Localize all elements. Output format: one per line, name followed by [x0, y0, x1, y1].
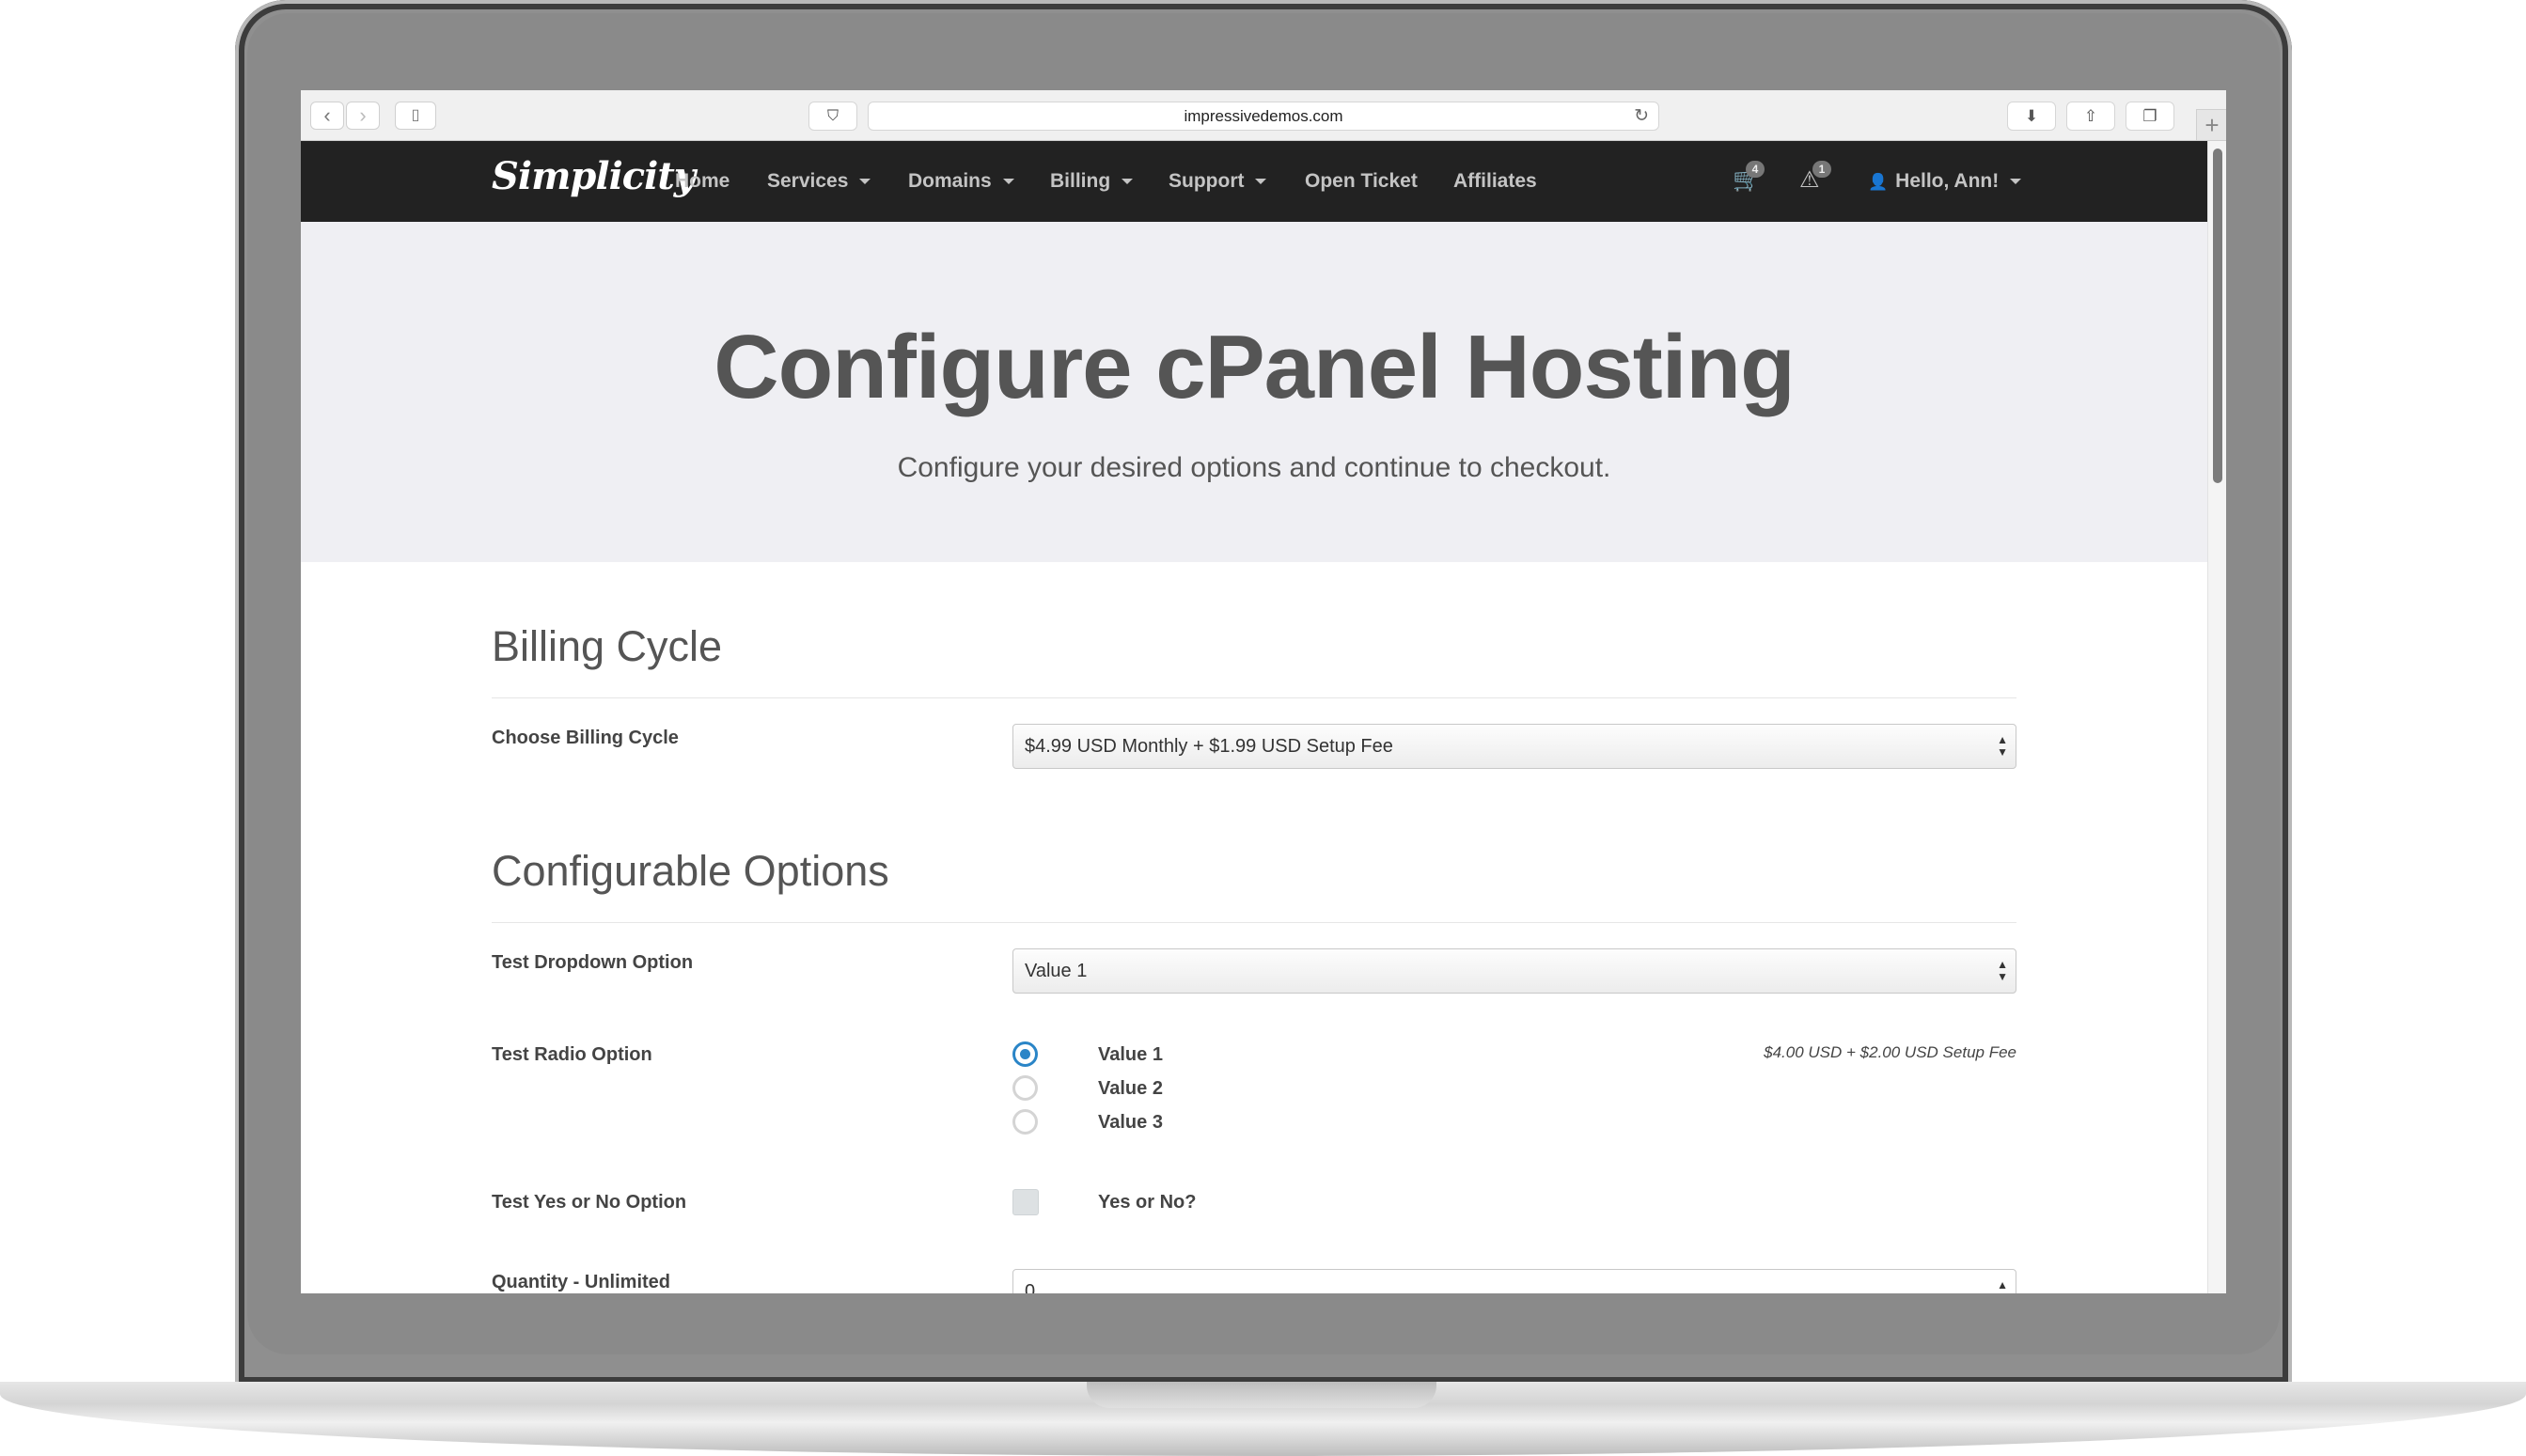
cart-badge: 4 [1746, 161, 1765, 178]
caret-down-icon [1122, 179, 1134, 185]
radio-option-label: Test Radio Option [492, 1044, 652, 1065]
browser-toolbar: ‹ › ▯ ⛉ impressivedemos.com ↻ ⬇ ⇧ ❐ + [301, 90, 2226, 141]
page-scrollbar[interactable] [2207, 141, 2226, 1293]
billing-section-title: Billing Cycle [492, 622, 723, 670]
forward-icon[interactable]: › [346, 102, 380, 130]
nav-domains[interactable]: Domains [908, 170, 1014, 193]
screen: ‹ › ▯ ⛉ impressivedemos.com ↻ ⬇ ⇧ ❐ + Si… [301, 90, 2226, 1293]
caret-down-icon [1002, 179, 1014, 185]
nav-support[interactable]: Support [1169, 170, 1267, 193]
new-tab-icon[interactable]: + [2196, 109, 2226, 141]
radio-value-3[interactable] [1012, 1109, 1038, 1135]
radio-value-2-label: Value 2 [1098, 1078, 1163, 1099]
nav-affiliates-label: Affiliates [1453, 170, 1537, 192]
brand-logo[interactable]: Simplicity [492, 154, 696, 198]
dropdown-option-label: Test Dropdown Option [492, 952, 694, 973]
page-title: Configure cPanel Hosting [714, 317, 1795, 417]
divider [492, 922, 2016, 923]
caret-down-icon [1255, 179, 1267, 185]
yesno-checkbox-label: Yes or No? [1098, 1192, 1197, 1213]
sidebar-icon[interactable]: ▯ [395, 102, 436, 130]
page-subtitle: Configure your desired options and conti… [897, 452, 1611, 483]
nav-domains-label: Domains [908, 170, 992, 192]
options-section-title: Configurable Options [492, 847, 889, 895]
nav-billing[interactable]: Billing [1050, 170, 1134, 193]
alert-badge: 1 [1812, 161, 1831, 178]
select-arrows-icon: ▲ ▼ [1997, 733, 2008, 759]
reload-icon[interactable]: ↻ [1634, 102, 1649, 131]
user-menu[interactable]: 👤 Hello, Ann! [1868, 170, 2022, 193]
url-text: impressivedemos.com [1184, 107, 1343, 125]
nav-home[interactable]: Home [675, 170, 730, 193]
nav-affiliates[interactable]: Affiliates [1453, 170, 1537, 193]
nav-home-label: Home [675, 170, 730, 192]
radio-value-1-label: Value 1 [1098, 1044, 1163, 1065]
back-icon[interactable]: ‹ [310, 102, 344, 130]
pocket-icon[interactable]: ⛉ [808, 102, 857, 131]
download-icon[interactable]: ⬇ [2007, 102, 2056, 131]
stepper-arrows-icon[interactable]: ▲▼ [1997, 1270, 2008, 1294]
site-navbar: Simplicity Home Services Domains Billing… [301, 141, 2207, 222]
scrollbar-thumb[interactable] [2213, 149, 2222, 483]
share-icon[interactable]: ⇧ [2066, 102, 2115, 131]
address-bar[interactable]: impressivedemos.com ↻ [868, 102, 1659, 131]
billing-cycle-label: Choose Billing Cycle [492, 728, 679, 748]
billing-cycle-select[interactable]: $4.99 USD Monthly + $1.99 USD Setup Fee … [1012, 724, 2016, 769]
radio-value-2[interactable] [1012, 1075, 1038, 1101]
dropdown-option-value: Value 1 [1025, 961, 1088, 981]
quantity-input[interactable]: 0 ▲▼ [1012, 1269, 2016, 1293]
divider [492, 697, 2016, 698]
yesno-option-label: Test Yes or No Option [492, 1192, 687, 1213]
cart-icon[interactable]: 🛒 4 [1733, 161, 1765, 194]
caret-down-icon [859, 179, 871, 185]
quantity-label: Quantity - Unlimited [492, 1272, 670, 1292]
user-icon: 👤 [1868, 173, 1889, 191]
quantity-value: 0 [1025, 1281, 1036, 1293]
billing-cycle-value: $4.99 USD Monthly + $1.99 USD Setup Fee [1025, 736, 1393, 757]
nav-support-label: Support [1169, 170, 1245, 192]
yesno-checkbox[interactable] [1012, 1189, 1039, 1215]
caret-down-icon [2010, 179, 2022, 185]
dropdown-option-select[interactable]: Value 1 ▲ ▼ [1012, 948, 2016, 994]
alert-icon[interactable]: ⚠ 1 [1799, 161, 1831, 194]
hero-banner: Configure cPanel Hosting Configure your … [301, 222, 2207, 562]
user-greeting: Hello, Ann! [1895, 170, 2000, 192]
nav-open-ticket-label: Open Ticket [1305, 170, 1418, 192]
nav-services-label: Services [767, 170, 849, 192]
nav-billing-label: Billing [1050, 170, 1111, 192]
laptop-notch [1087, 1382, 1436, 1408]
radio-value-1[interactable] [1012, 1041, 1038, 1067]
tabs-icon[interactable]: ❐ [2126, 102, 2174, 131]
nav-services[interactable]: Services [767, 170, 871, 193]
nav-open-ticket[interactable]: Open Ticket [1305, 170, 1418, 193]
page-viewport: Simplicity Home Services Domains Billing… [301, 141, 2207, 1293]
select-arrows-icon: ▲ ▼ [1997, 958, 2008, 983]
radio-value-3-label: Value 3 [1098, 1112, 1163, 1133]
radio-price-note: $4.00 USD + $2.00 USD Setup Fee [1764, 1043, 2016, 1061]
